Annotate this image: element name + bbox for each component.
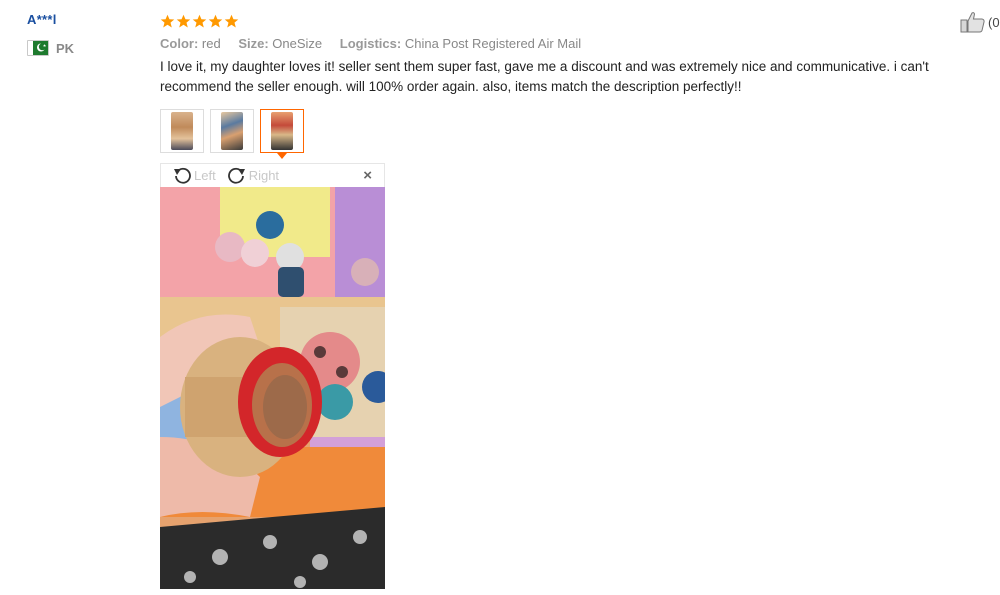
active-thumbnail-indicator [277,153,287,159]
close-viewer-button[interactable]: × [363,167,372,184]
review-photo [160,187,385,589]
helpful-vote-button[interactable]: (0 [960,11,1000,33]
rotate-right-icon [227,167,245,184]
pakistan-flag-icon [27,40,49,56]
country-code: PK [56,40,75,56]
star-icon [192,14,207,27]
thumbs-up-icon [960,12,985,33]
review-body: Color: red Size: OneSize Logistics: Chin… [160,12,990,589]
star-icon [208,14,223,27]
photo-thumbnails [160,109,304,159]
star-rating [160,12,990,30]
star-icon [160,14,175,27]
star-icon [176,14,191,27]
reviewer-name: A***l [27,12,57,27]
attr-size-value: OneSize [272,36,323,51]
review-text: I love it, my daughter loves it! seller … [160,59,929,94]
helpful-count: (0 [988,14,1000,30]
thumbnail-3[interactable] [260,109,304,159]
review-item: A***l PK Color: red Size: OneSize Logist… [0,0,1000,595]
reviewer-info: A***l PK [27,12,147,56]
reviewer-country: PK [27,40,147,56]
attr-color-label: Color: [160,36,199,51]
rotate-left-button[interactable]: Left [171,166,216,186]
rotate-right-button[interactable]: Right [226,166,279,186]
viewer-toolbar: Left Right × [160,163,385,187]
attr-color-value: red [201,36,221,51]
attr-size-label: Size: [238,36,269,51]
attr-logistics-label: Logistics: [339,36,402,51]
thumbnail-2[interactable] [210,109,254,153]
attr-logistics-value: China Post Registered Air Mail [404,36,582,51]
photo-viewer: Left Right × [160,163,385,589]
rotate-right-label: Right [248,168,280,183]
thumbnail-1[interactable] [160,109,204,153]
rotate-left-label: Left [194,168,216,183]
rotate-left-icon [174,167,191,184]
star-icon [224,14,239,27]
order-attributes: Color: red Size: OneSize Logistics: Chin… [160,36,990,52]
